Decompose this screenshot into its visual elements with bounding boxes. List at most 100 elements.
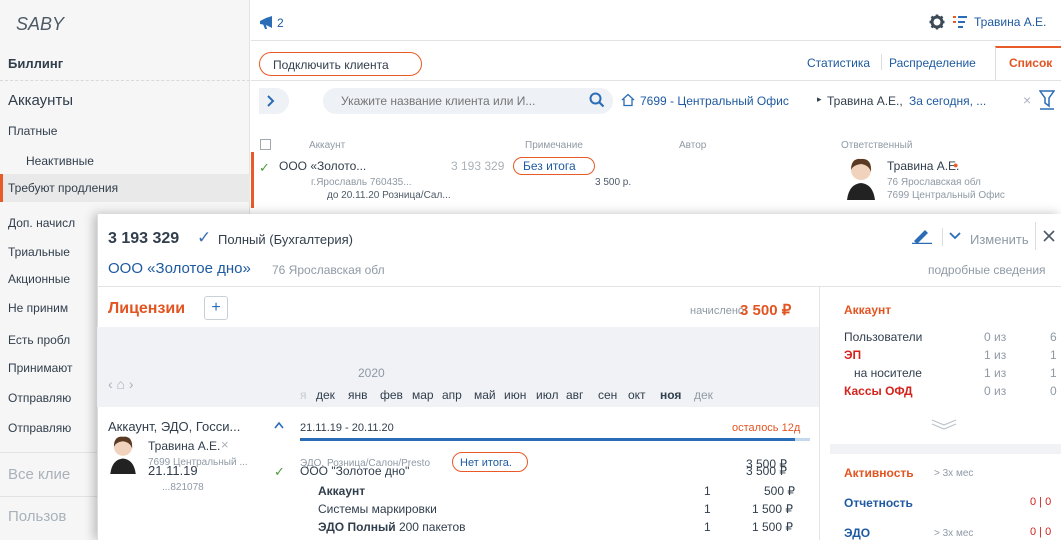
timeline-month[interactable]: апр: [442, 388, 462, 402]
close-icon[interactable]: ×: [1023, 92, 1031, 108]
notification-count[interactable]: 2: [277, 16, 284, 30]
licenses-title[interactable]: Лицензии: [108, 300, 185, 318]
row-responsible-name[interactable]: Травина А.Е.: [887, 159, 959, 173]
check-icon: ✓: [274, 464, 285, 479]
timeline-month[interactable]: июл: [536, 388, 558, 402]
sidebar-item-renewal[interactable]: Требуют продления: [0, 181, 250, 195]
doc-line-sum: 1 500 ₽: [752, 502, 793, 516]
tab-distribution[interactable]: Распределение: [889, 56, 976, 70]
license-note-link[interactable]: Нет итога.: [460, 457, 512, 469]
side-account-row-label[interactable]: Кассы ОФД: [844, 384, 913, 398]
side-account-row-value: 1: [1050, 348, 1057, 362]
side-activity-row-value: 0 | 0: [1030, 496, 1052, 508]
row-account-number: 3 193 329: [451, 159, 505, 173]
breadcrumb-user[interactable]: Травина А.Е.,: [827, 94, 903, 108]
timeline-month[interactable]: июн: [504, 388, 526, 402]
doc-line-name[interactable]: ЭДО Полный 200 пакетов: [318, 520, 466, 534]
license-remaining: осталось 12д: [732, 422, 801, 434]
doc-date-value[interactable]: 21.11.19: [148, 463, 198, 478]
timeline-month[interactable]: май: [474, 388, 496, 402]
accrued-amount: 3 500 ₽: [740, 302, 792, 319]
license-name[interactable]: Аккаунт, ЭДО, Госси...: [108, 419, 240, 434]
breadcrumb-period[interactable]: За сегодня, ...: [909, 94, 986, 108]
close-panel-button[interactable]: [1035, 222, 1061, 250]
row-until: до 20.11.20 Розница/Сал...: [327, 190, 451, 201]
timeline-month[interactable]: мар: [412, 388, 434, 402]
details-link[interactable]: подробные сведения: [928, 263, 1046, 277]
home-icon[interactable]: [621, 93, 635, 107]
row-note-link[interactable]: Без итога: [523, 159, 576, 173]
avatar[interactable]: [108, 434, 138, 474]
chevron-right-icon: ▸: [817, 94, 822, 104]
search-icon[interactable]: [589, 92, 605, 108]
timeline-month[interactable]: окт: [628, 388, 646, 402]
sidebar-heading[interactable]: Аккаунты: [8, 92, 73, 109]
doc-line-name[interactable]: Системы маркировки: [318, 502, 437, 516]
license-user[interactable]: Травина А.Е.: [148, 439, 220, 453]
app-logo[interactable]: SABY: [16, 14, 64, 35]
avatar[interactable]: [845, 156, 877, 200]
divider: [251, 40, 1061, 41]
timeline-month[interactable]: авг: [566, 388, 583, 402]
doc-line-name[interactable]: Аккаунт: [318, 484, 365, 498]
timeline-month[interactable]: я: [300, 388, 307, 402]
timeline-month[interactable]: фев: [380, 388, 403, 402]
close-icon[interactable]: ×: [221, 437, 229, 452]
side-account-row-label[interactable]: Пользователи: [844, 330, 922, 344]
breadcrumb-office[interactable]: 7699 - Центральный Офис: [640, 94, 789, 108]
doc-line-title: Системы маркировки: [318, 502, 437, 516]
pencil-icon[interactable]: [910, 228, 934, 244]
gear-icon[interactable]: [929, 14, 945, 30]
filter-list-icon[interactable]: [953, 15, 967, 29]
side-account-row-of: 0 из: [984, 330, 1007, 344]
sidebar-item-paid[interactable]: Платные: [0, 124, 250, 138]
side-account-row-label[interactable]: на носителе: [854, 366, 922, 380]
tab-list[interactable]: Список: [1009, 56, 1052, 70]
side-activity-row-label[interactable]: ЭДО: [844, 526, 870, 540]
column-header-note[interactable]: Примечание: [525, 140, 583, 151]
table-row[interactable]: ✓ ООО «Золото... 3 193 329 Без итога г.Я…: [251, 152, 1061, 210]
expand-filter-button[interactable]: [259, 88, 289, 114]
timeline-month[interactable]: янв: [348, 388, 368, 402]
timeline-month[interactable]: сен: [598, 388, 617, 402]
timeline-month[interactable]: дек: [316, 388, 335, 402]
connect-client-button[interactable]: Подключить клиента: [259, 52, 422, 76]
side-account-row-label[interactable]: ЭП: [844, 348, 861, 362]
divider: [819, 286, 820, 540]
current-user-name[interactable]: Травина А.Е.: [974, 15, 1046, 29]
sidebar-users[interactable]: Пользов: [8, 508, 66, 525]
license-progress-fill: [300, 438, 795, 441]
column-header-author[interactable]: Автор: [679, 140, 706, 151]
nav-arrows-icon[interactable]: ‹ ⌂ ›: [108, 376, 134, 392]
megaphone-icon[interactable]: [259, 16, 275, 30]
add-license-button[interactable]: +: [204, 296, 228, 320]
side-activity-title[interactable]: Активность: [844, 466, 914, 480]
doc-line-qty: 1: [704, 484, 711, 498]
search-input[interactable]: [341, 93, 581, 109]
filter-funnel-icon[interactable]: [1039, 90, 1055, 110]
section-title[interactable]: Биллинг: [8, 56, 63, 71]
timeline-month-current[interactable]: ноя: [660, 388, 681, 402]
panel-company-name[interactable]: ООО «Золотое дно»: [108, 260, 251, 277]
select-all-checkbox[interactable]: [260, 139, 271, 150]
side-activity-row-label[interactable]: Отчетность: [844, 496, 913, 510]
column-header-responsible[interactable]: Ответственный: [841, 140, 912, 151]
timeline-month[interactable]: дек: [694, 388, 713, 402]
tab-statistics[interactable]: Статистика: [807, 56, 870, 70]
sidebar-all-clients[interactable]: Все клие: [8, 466, 70, 483]
row-company[interactable]: ООО «Золото...: [279, 159, 366, 173]
divider: [942, 228, 943, 246]
panel-tariff[interactable]: Полный (Бухгалтерия): [218, 232, 353, 247]
chevron-up-icon[interactable]: [273, 420, 285, 430]
sidebar-item-inactive[interactable]: Неактивные: [0, 154, 250, 168]
column-header-account[interactable]: Аккаунт: [309, 140, 345, 151]
edit-button[interactable]: Изменить: [970, 232, 1029, 247]
side-account-row-value: 0: [1050, 384, 1057, 398]
doc-line-sum: 500 ₽: [764, 484, 795, 498]
chevron-down-icon[interactable]: [948, 231, 962, 241]
doc-line-title: Аккаунт: [318, 484, 366, 498]
side-account-row-of: 1 из: [984, 366, 1007, 380]
doc-company[interactable]: ООО "Золотое дно": [300, 464, 409, 478]
side-account-title[interactable]: Аккаунт: [844, 303, 891, 317]
expand-more-icon[interactable]: [930, 418, 958, 430]
